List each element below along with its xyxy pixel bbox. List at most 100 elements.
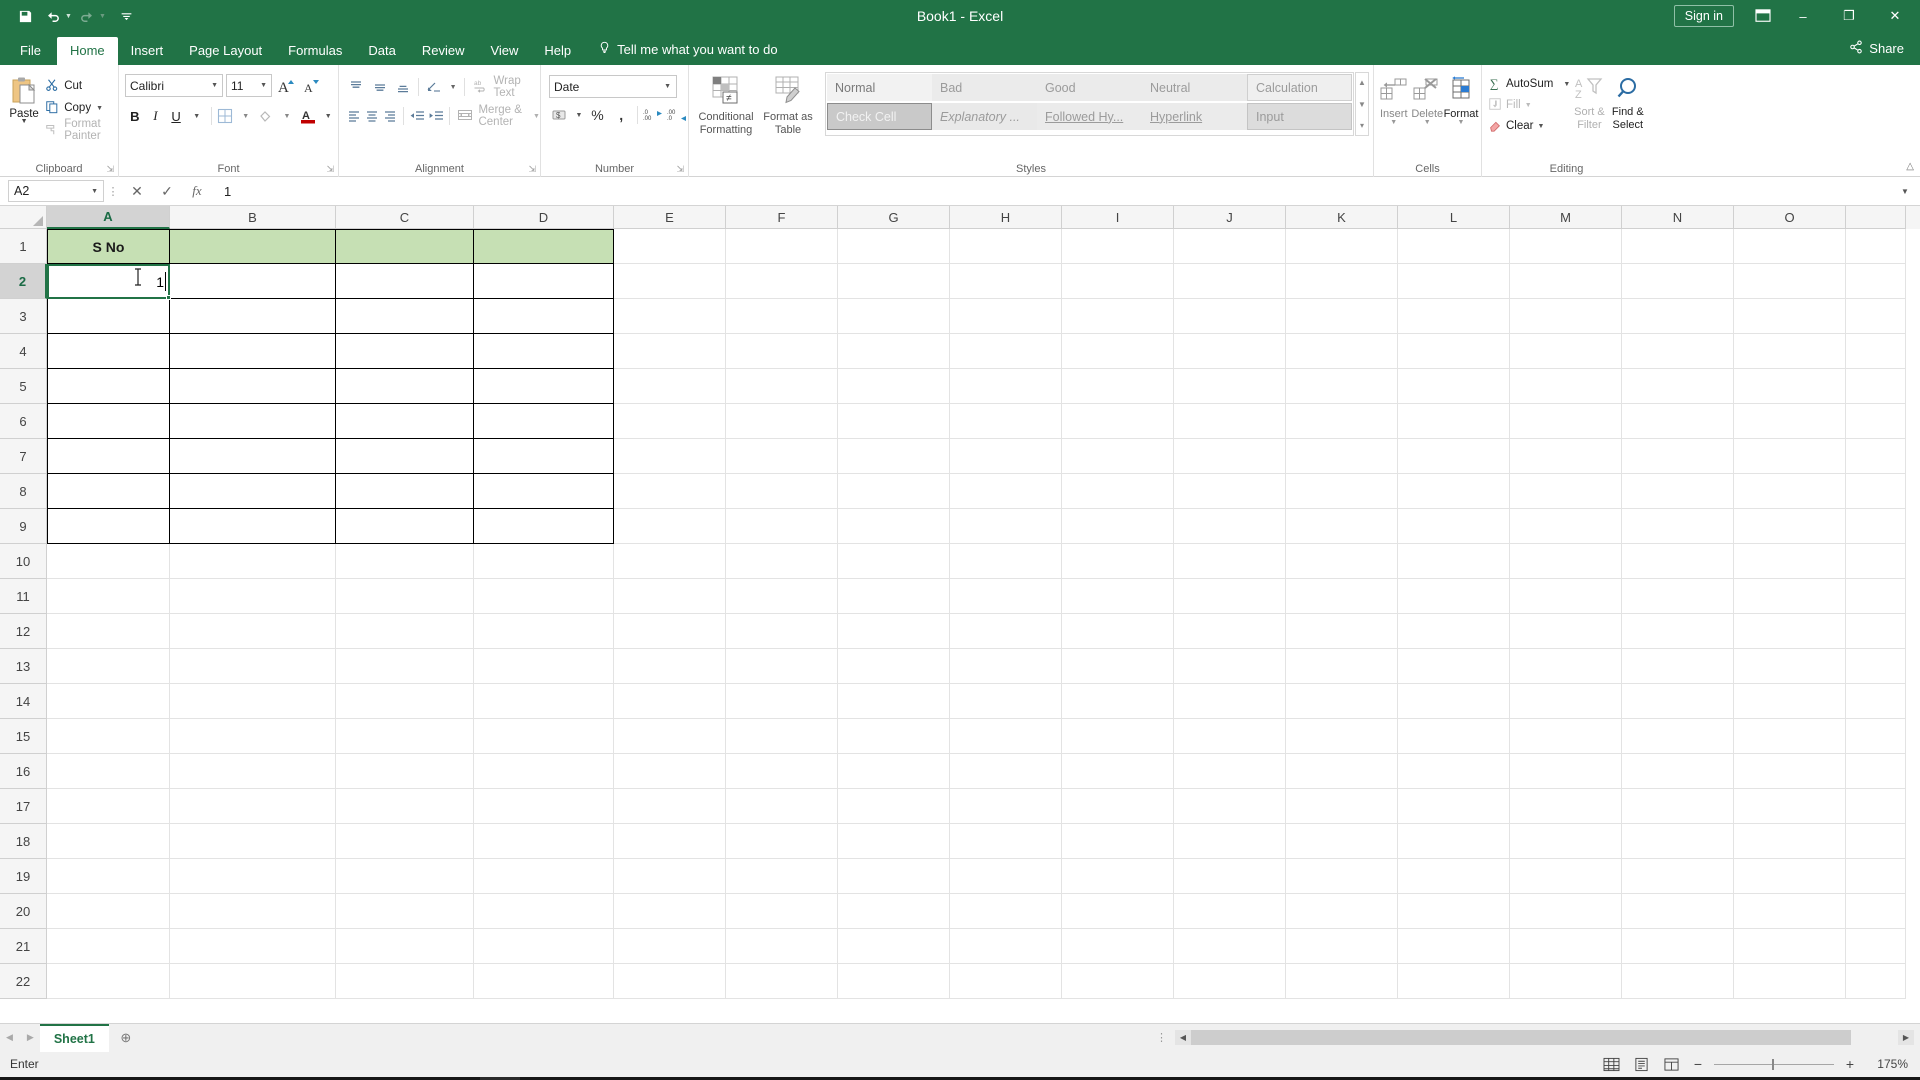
zoom-in-button[interactable]: + xyxy=(1838,1056,1862,1072)
cell-G18[interactable] xyxy=(838,824,950,859)
cell-D1[interactable] xyxy=(474,229,614,264)
cell-D20[interactable] xyxy=(474,894,614,929)
cell-O17[interactable] xyxy=(1734,789,1846,824)
row-header-20[interactable]: 20 xyxy=(0,894,47,929)
row-header-4[interactable]: 4 xyxy=(0,334,47,369)
cell-M17[interactable] xyxy=(1510,789,1622,824)
sheet-nav-arrows[interactable]: ◀ ▶ xyxy=(0,1032,40,1043)
cell-B22[interactable] xyxy=(170,964,336,999)
cell-F22[interactable] xyxy=(726,964,838,999)
cell-F1[interactable] xyxy=(726,229,838,264)
cell-H10[interactable] xyxy=(950,544,1062,579)
cell-F12[interactable] xyxy=(726,614,838,649)
column-header-D[interactable]: D xyxy=(474,206,614,229)
cell-E7[interactable] xyxy=(614,439,726,474)
cell-P20[interactable] xyxy=(1846,894,1906,929)
cell-G16[interactable] xyxy=(838,754,950,789)
cell-C7[interactable] xyxy=(336,439,474,474)
cell-K1[interactable] xyxy=(1286,229,1398,264)
cell-I9[interactable] xyxy=(1062,509,1174,544)
increase-indent-icon[interactable] xyxy=(427,104,445,128)
cell-J20[interactable] xyxy=(1174,894,1286,929)
cell-J18[interactable] xyxy=(1174,824,1286,859)
cell-O12[interactable] xyxy=(1734,614,1846,649)
undo-dropdown-icon[interactable]: ▼ xyxy=(65,13,72,20)
format-cells-dropdown-icon[interactable]: ▼ xyxy=(1458,119,1465,126)
cell-G7[interactable] xyxy=(838,439,950,474)
cell-O16[interactable] xyxy=(1734,754,1846,789)
active-cell-editor[interactable]: 1 xyxy=(47,264,171,300)
row-header-1[interactable]: 1 xyxy=(0,229,47,264)
cell-O13[interactable] xyxy=(1734,649,1846,684)
cell-G14[interactable] xyxy=(838,684,950,719)
confirm-entry-icon[interactable]: ✓ xyxy=(152,180,182,202)
hscroll-left-icon[interactable]: ◀ xyxy=(1175,1030,1191,1045)
decrease-decimal-icon[interactable]: .00.0 xyxy=(665,103,688,127)
cell-A9[interactable] xyxy=(47,509,170,544)
row-header-11[interactable]: 11 xyxy=(0,579,47,614)
cell-E17[interactable] xyxy=(614,789,726,824)
cell-M15[interactable] xyxy=(1510,719,1622,754)
quick-access-toolbar[interactable]: ▼ ▼ xyxy=(0,4,140,28)
gallery-scrollbar[interactable]: ▲ ▼ ▾ xyxy=(1355,72,1369,137)
cell-F3[interactable] xyxy=(726,299,838,334)
column-header-A[interactable]: A xyxy=(47,206,170,229)
tab-home[interactable]: Home xyxy=(56,37,118,65)
cell-M7[interactable] xyxy=(1510,439,1622,474)
style-hyperlink[interactable]: Hyperlink xyxy=(1142,103,1247,130)
cell-G19[interactable] xyxy=(838,859,950,894)
cell-D18[interactable] xyxy=(474,824,614,859)
row-header-12[interactable]: 12 xyxy=(0,614,47,649)
cell-A1[interactable]: S No xyxy=(47,229,170,264)
row-header-13[interactable]: 13 xyxy=(0,649,47,684)
cell-F8[interactable] xyxy=(726,474,838,509)
style-input[interactable]: Input xyxy=(1247,103,1352,130)
row-header-8[interactable]: 8 xyxy=(0,474,47,509)
cell-G13[interactable] xyxy=(838,649,950,684)
add-sheet-icon[interactable]: ⊕ xyxy=(109,1030,143,1046)
tab-review[interactable]: Review xyxy=(409,37,478,65)
cell-I14[interactable] xyxy=(1062,684,1174,719)
fill-color-icon[interactable] xyxy=(257,104,277,128)
cell-H2[interactable] xyxy=(950,264,1062,299)
cell-O18[interactable] xyxy=(1734,824,1846,859)
cell-P9[interactable] xyxy=(1846,509,1906,544)
cell-D8[interactable] xyxy=(474,474,614,509)
increase-decimal-icon[interactable]: .0.00 xyxy=(642,103,665,127)
cell-C2[interactable] xyxy=(336,264,474,299)
cell-G6[interactable] xyxy=(838,404,950,439)
cell-N8[interactable] xyxy=(1622,474,1734,509)
cell-C17[interactable] xyxy=(336,789,474,824)
clear-button[interactable]: Clear ▼ xyxy=(1488,116,1570,136)
cell-L7[interactable] xyxy=(1398,439,1510,474)
font-size-input[interactable]: 11 ▼ xyxy=(226,74,272,97)
cell-B3[interactable] xyxy=(170,299,336,334)
column-header-O[interactable]: O xyxy=(1734,206,1846,229)
cell-L16[interactable] xyxy=(1398,754,1510,789)
cell-C11[interactable] xyxy=(336,579,474,614)
find-select-button[interactable]: Find & Select xyxy=(1609,72,1647,136)
cell-H17[interactable] xyxy=(950,789,1062,824)
cell-B17[interactable] xyxy=(170,789,336,824)
cell-E19[interactable] xyxy=(614,859,726,894)
cell-N22[interactable] xyxy=(1622,964,1734,999)
cell-M12[interactable] xyxy=(1510,614,1622,649)
cell-B1[interactable] xyxy=(170,229,336,264)
cell-P2[interactable] xyxy=(1846,264,1906,299)
cell-N5[interactable] xyxy=(1622,369,1734,404)
cell-O8[interactable] xyxy=(1734,474,1846,509)
cell-C18[interactable] xyxy=(336,824,474,859)
cell-P13[interactable] xyxy=(1846,649,1906,684)
cell-J22[interactable] xyxy=(1174,964,1286,999)
cell-C4[interactable] xyxy=(336,334,474,369)
cell-B11[interactable] xyxy=(170,579,336,614)
cell-M8[interactable] xyxy=(1510,474,1622,509)
cell-N2[interactable] xyxy=(1622,264,1734,299)
select-all-corner[interactable] xyxy=(0,206,47,229)
cell-M21[interactable] xyxy=(1510,929,1622,964)
cell-I2[interactable] xyxy=(1062,264,1174,299)
cell-L8[interactable] xyxy=(1398,474,1510,509)
cell-P12[interactable] xyxy=(1846,614,1906,649)
cell-I4[interactable] xyxy=(1062,334,1174,369)
cell-styles-gallery[interactable]: Normal Check Cell Bad Explanatory ... Go… xyxy=(825,72,1354,137)
